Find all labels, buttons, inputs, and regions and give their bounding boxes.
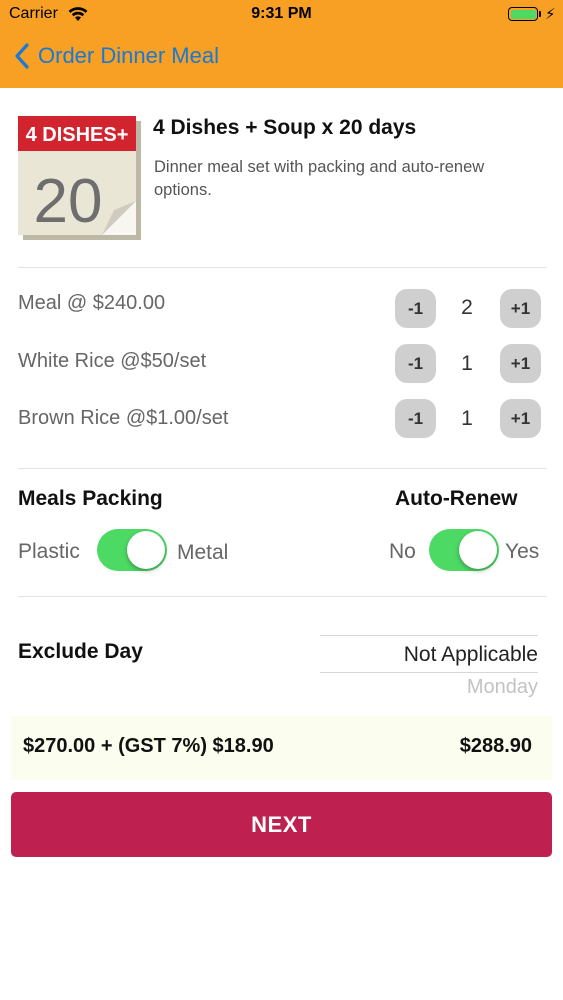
picker-selection-line bbox=[320, 672, 538, 673]
quantity-label: Meal @ $240.00 bbox=[18, 292, 166, 314]
increment-button[interactable]: +1 bbox=[500, 344, 541, 383]
clock-label: 9:31 PM bbox=[251, 5, 312, 22]
battery-icon bbox=[508, 7, 538, 21]
toggle-knob bbox=[459, 531, 497, 569]
decrement-button[interactable]: -1 bbox=[395, 344, 436, 383]
auto-renew-toggle[interactable] bbox=[429, 529, 499, 571]
picker-selected-value: Not Applicable bbox=[403, 643, 538, 666]
exclude-day-label: Exclude Day bbox=[18, 640, 143, 663]
packing-title: Meals Packing bbox=[18, 487, 163, 510]
next-button[interactable]: NEXT bbox=[11, 792, 552, 857]
totals-amount: $288.90 bbox=[459, 735, 532, 757]
battery-tip bbox=[539, 11, 541, 17]
picker-selection-line bbox=[320, 635, 538, 636]
packing-option-plastic: Plastic bbox=[18, 540, 80, 563]
auto-renew-option-yes: Yes bbox=[505, 540, 540, 563]
status-bar: Carrier 9:31 PM ⚡ bbox=[0, 0, 563, 30]
thumbnail-number-text: 20 bbox=[34, 167, 103, 236]
quantity-label: Brown Rice @$1.00/set bbox=[18, 407, 229, 429]
quantity-value: 2 bbox=[461, 296, 473, 319]
thumbnail-banner-text: 4 DISHES+ bbox=[26, 124, 129, 146]
back-button[interactable]: Order Dinner Meal bbox=[14, 42, 219, 70]
exclude-day-picker[interactable]: Not Applicable Monday bbox=[320, 635, 538, 697]
toggle-knob bbox=[127, 531, 165, 569]
packing-option-metal: Metal bbox=[177, 541, 229, 564]
totals-breakdown: $270.00 + (GST 7%) $18.90 bbox=[23, 735, 274, 757]
nav-title: Order Dinner Meal bbox=[38, 43, 219, 68]
increment-button[interactable]: +1 bbox=[500, 289, 541, 328]
decrement-button[interactable]: -1 bbox=[395, 399, 436, 438]
top-bar: Carrier 9:31 PM ⚡ Order Dinner Meal bbox=[0, 0, 563, 88]
product-description: Dinner meal set with packing and auto-re… bbox=[154, 158, 485, 199]
picker-next-option[interactable]: Monday bbox=[467, 676, 538, 697]
increment-button[interactable]: +1 bbox=[500, 399, 541, 438]
quantity-value: 1 bbox=[461, 407, 473, 430]
auto-renew-title: Auto-Renew bbox=[395, 487, 518, 510]
charging-bolt-icon: ⚡ bbox=[545, 6, 556, 23]
auto-renew-option-no: No bbox=[389, 540, 416, 563]
navigation-bar: Order Dinner Meal bbox=[0, 30, 563, 88]
quantity-label: White Rice @$50/set bbox=[18, 350, 207, 372]
decrement-button[interactable]: -1 bbox=[395, 289, 436, 328]
chevron-left-icon bbox=[15, 43, 29, 69]
divider bbox=[18, 596, 547, 597]
divider bbox=[18, 267, 547, 268]
quantity-value: 1 bbox=[461, 352, 473, 375]
product-thumbnail: 4 DISHES+ 20 bbox=[18, 116, 141, 240]
product-title: 4 Dishes + Soup x 20 days bbox=[153, 116, 417, 139]
divider bbox=[18, 468, 547, 469]
totals-bar: $270.00 + (GST 7%) $18.90 $288.90 bbox=[11, 716, 552, 780]
packing-toggle[interactable] bbox=[97, 529, 167, 571]
